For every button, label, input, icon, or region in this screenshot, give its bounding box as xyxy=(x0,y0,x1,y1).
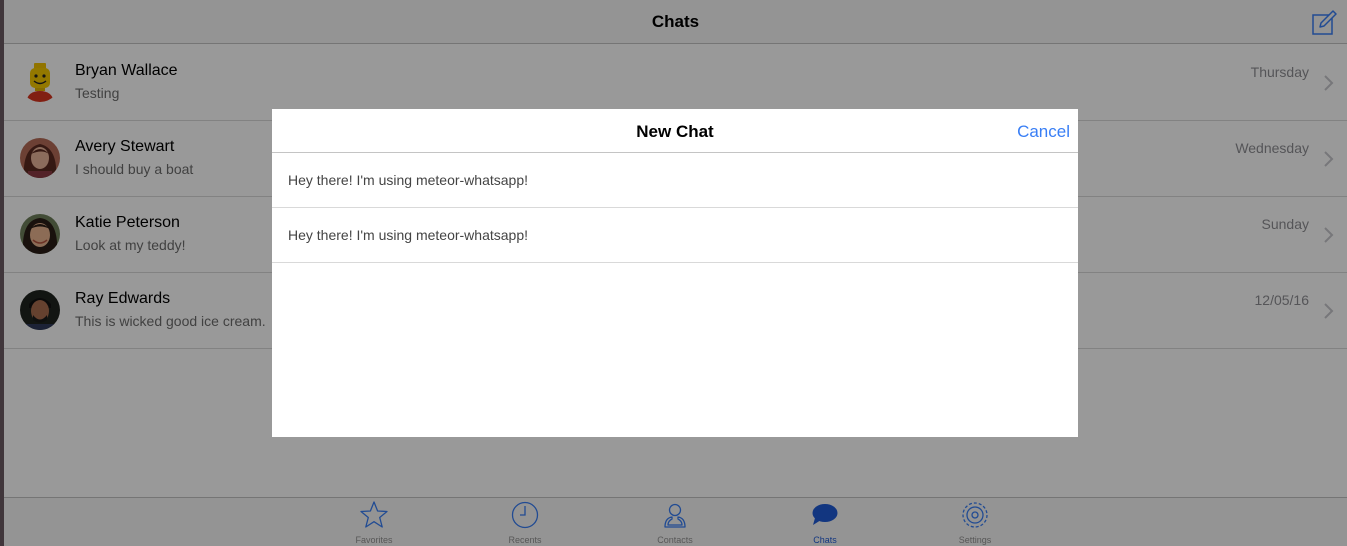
new-chat-modal: New Chat Cancel Hey there! I'm using met… xyxy=(272,109,1078,437)
cancel-button[interactable]: Cancel xyxy=(1017,122,1070,142)
contact-list-item[interactable]: Hey there! I'm using meteor-whatsapp! xyxy=(272,208,1078,263)
modal-header: New Chat Cancel xyxy=(272,109,1078,153)
modal-title: New Chat xyxy=(636,122,714,141)
contact-list: Hey there! I'm using meteor-whatsapp! He… xyxy=(272,153,1078,263)
contact-list-item[interactable]: Hey there! I'm using meteor-whatsapp! xyxy=(272,153,1078,208)
